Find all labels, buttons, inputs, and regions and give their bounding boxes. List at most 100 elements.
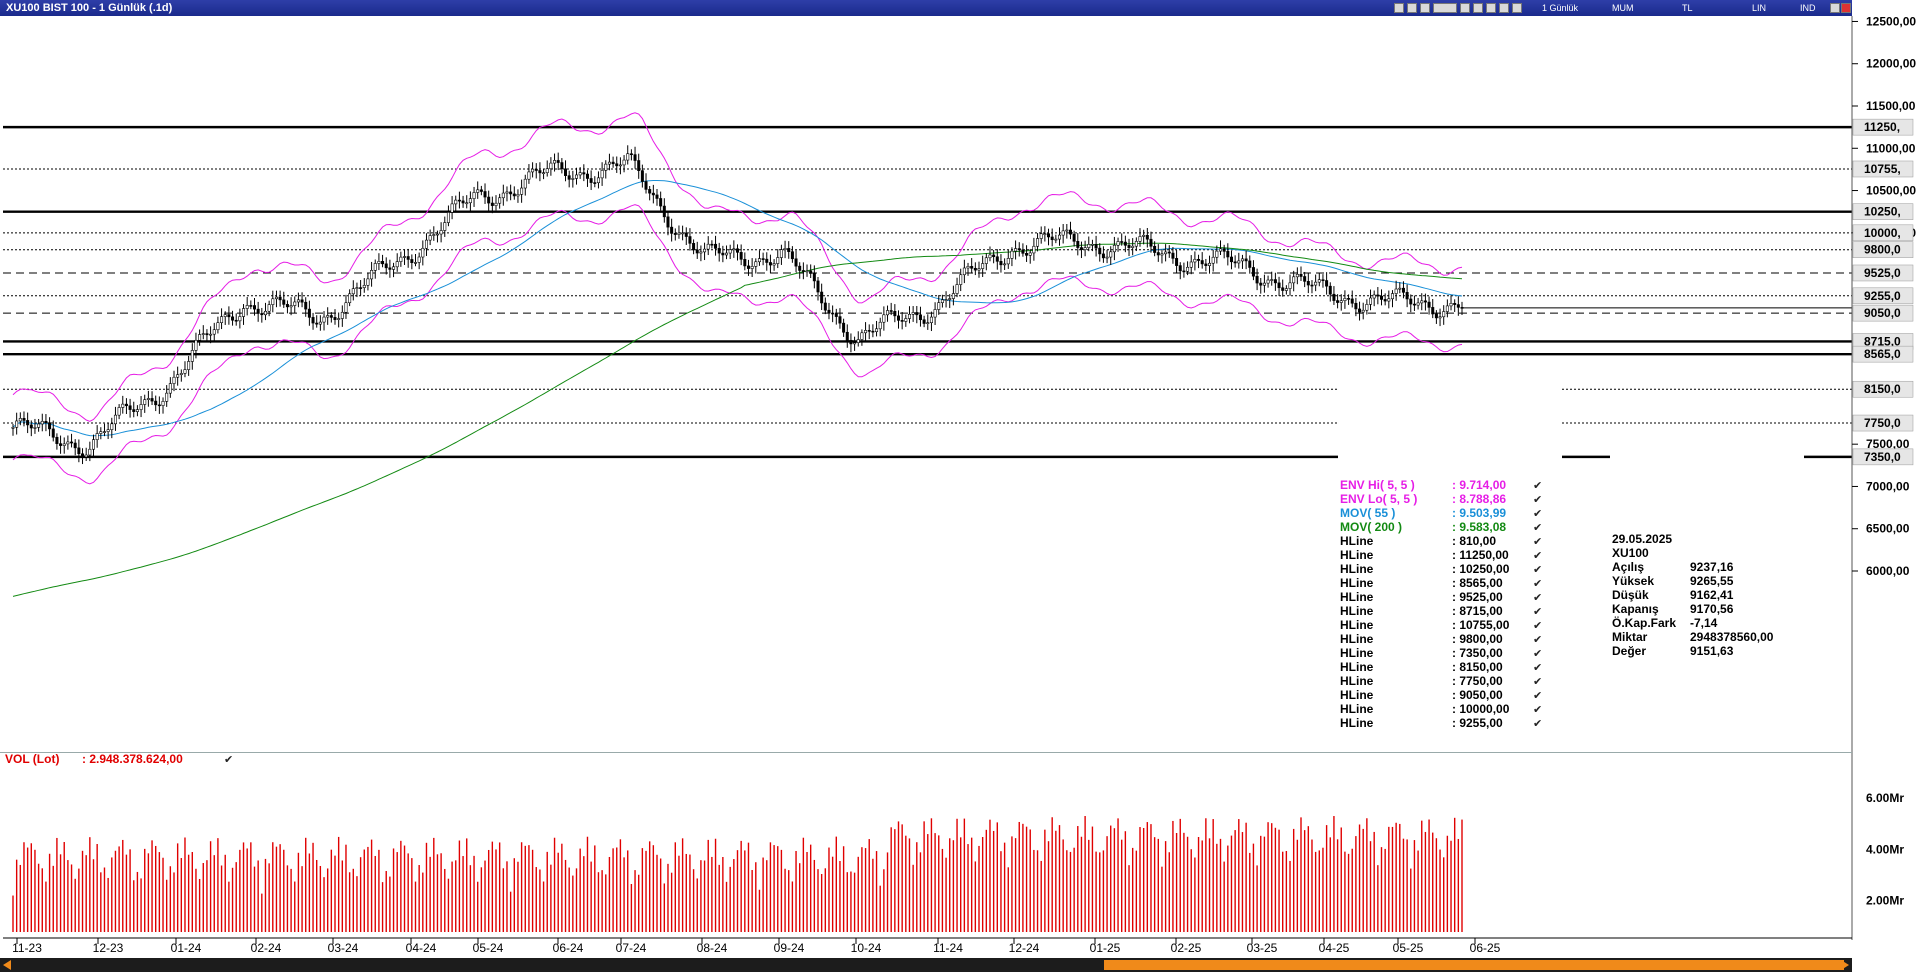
candle-body	[157, 404, 161, 407]
indicator-check-icon[interactable]: ✔	[1533, 521, 1542, 534]
hline-check-icon[interactable]: ✔	[1533, 703, 1542, 716]
candle-body	[465, 202, 469, 205]
candle-body	[457, 199, 461, 202]
hline-check-icon[interactable]: ✔	[1533, 549, 1542, 562]
candle-body	[1325, 280, 1329, 287]
candle-body	[238, 316, 242, 322]
x-tick-label: 06-24	[553, 941, 584, 955]
candle-body	[1310, 284, 1314, 287]
candle-body	[1266, 279, 1270, 284]
candle-body	[1014, 248, 1018, 252]
candle-body	[553, 160, 557, 164]
data-window-value: 9162,41	[1690, 588, 1734, 602]
scroll-left-icon[interactable]	[3, 960, 11, 970]
hline-legend-name: HLine	[1340, 688, 1374, 702]
indicator-check-icon[interactable]: ✔	[1533, 479, 1542, 492]
hline-check-icon[interactable]: ✔	[1533, 661, 1542, 674]
candle-body	[220, 316, 224, 323]
data-window-label: Yüksek	[1612, 574, 1655, 588]
candle-body	[944, 299, 948, 301]
hline-check-icon[interactable]: ✔	[1533, 577, 1542, 590]
hline-value-label: 11250,	[1864, 120, 1900, 134]
candle-body	[73, 442, 77, 449]
candle-body	[1442, 311, 1446, 318]
candle-body	[1127, 245, 1131, 248]
candle-body	[1112, 245, 1116, 253]
candle-body	[154, 400, 158, 406]
hline-check-icon[interactable]: ✔	[1533, 647, 1542, 660]
candle-body	[904, 318, 908, 322]
candle-body	[1054, 238, 1058, 241]
candle-body	[1306, 281, 1310, 286]
indicator-name: MOV( 200 )	[1340, 520, 1403, 534]
candle-body	[139, 404, 143, 410]
candle-body	[22, 418, 26, 421]
horizontal-scrollbar[interactable]	[0, 958, 1852, 972]
candle-body	[585, 173, 589, 179]
volume-check-icon[interactable]: ✔	[224, 753, 233, 766]
hline-check-icon[interactable]: ✔	[1533, 633, 1542, 646]
volume-tick-label: 4.00Mr	[1866, 842, 1904, 856]
hline-check-icon[interactable]: ✔	[1533, 605, 1542, 618]
indicator-name: MOV( 55 )	[1340, 506, 1396, 520]
hline-legend-value: : 9050,00	[1452, 688, 1503, 702]
candle-body	[1358, 308, 1362, 313]
candle-body	[132, 409, 136, 412]
candle-body	[545, 168, 549, 173]
hline-check-icon[interactable]: ✔	[1533, 689, 1542, 702]
candle-body	[728, 249, 732, 254]
hline-check-icon[interactable]: ✔	[1533, 675, 1542, 688]
data-window-label: Kapanış	[1612, 602, 1659, 616]
candle-body	[117, 407, 121, 416]
candle-body	[260, 313, 264, 316]
hline-check-icon[interactable]: ✔	[1533, 535, 1542, 548]
indicator-check-icon[interactable]: ✔	[1533, 493, 1542, 506]
candle-body	[875, 328, 879, 332]
candle-body	[1339, 300, 1343, 303]
x-tick-label: 05-25	[1393, 941, 1424, 955]
candle-body	[318, 321, 322, 325]
hline-check-icon[interactable]: ✔	[1533, 717, 1542, 730]
candle-body	[1178, 265, 1182, 272]
candle-body	[629, 153, 633, 156]
candle-body	[468, 198, 472, 204]
hline-legend-name: HLine	[1340, 716, 1374, 730]
hline-value-label: 10000,	[1864, 226, 1901, 240]
candle-body	[355, 287, 359, 289]
candle-body	[300, 299, 304, 303]
hline-check-icon[interactable]: ✔	[1533, 619, 1542, 632]
candle-body	[1233, 261, 1237, 264]
candle-body	[48, 422, 52, 430]
candle-body	[1090, 243, 1094, 246]
price-chart[interactable]: 12500,00 12000,00 11500,00 11000,00 10500,00…	[0, 0, 1920, 976]
candle-body	[26, 420, 30, 426]
candle-body	[62, 443, 66, 446]
candle-body	[1010, 250, 1014, 259]
candle-body	[95, 433, 99, 440]
candle-body	[578, 172, 582, 176]
candle-body	[1423, 300, 1427, 303]
x-tick-label: 03-25	[1247, 941, 1278, 955]
candle-body	[92, 439, 96, 450]
candle-body	[666, 216, 670, 228]
price-tick-label: 10500,00	[1866, 184, 1916, 198]
candle-body	[1186, 266, 1190, 272]
candle-body	[234, 319, 238, 322]
candle-body	[860, 332, 864, 340]
candle-body	[549, 162, 553, 170]
scroll-right-icon[interactable]	[1841, 960, 1849, 970]
candle-body	[256, 308, 260, 314]
candle-body	[384, 263, 388, 269]
candle-body	[725, 252, 729, 256]
scroll-thumb[interactable]	[1104, 960, 1844, 970]
candle-body	[1295, 273, 1299, 278]
candle-body	[790, 251, 794, 260]
price-tick-label: 6000,00	[1866, 564, 1910, 578]
hline-legend-name: HLine	[1340, 562, 1374, 576]
hline-check-icon[interactable]: ✔	[1533, 563, 1542, 576]
hline-value-label: 10755,	[1864, 162, 1901, 176]
candle-body	[534, 168, 538, 171]
hline-check-icon[interactable]: ✔	[1533, 591, 1542, 604]
candle-body	[1372, 294, 1376, 299]
indicator-check-icon[interactable]: ✔	[1533, 507, 1542, 520]
